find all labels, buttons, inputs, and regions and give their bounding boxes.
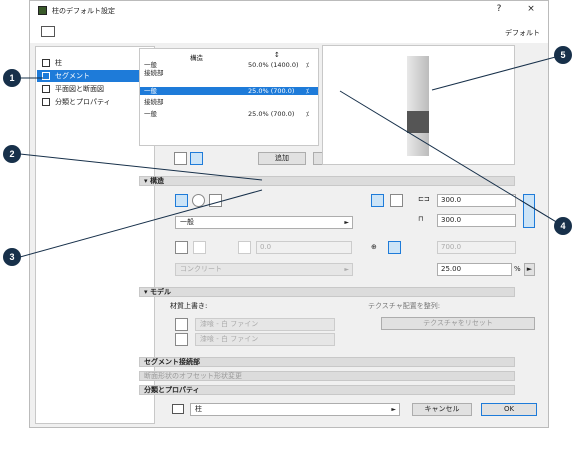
profile-dropdown[interactable]: 一般 ►	[175, 216, 353, 229]
model-section-header[interactable]: ▾ モデル	[139, 287, 515, 297]
dropdown-arrow-icon: ►	[391, 406, 396, 413]
title-bar: 柱のデフォルト設定 ? ×	[30, 1, 548, 21]
segment-value: 25.0% (700.0)	[248, 87, 295, 95]
edit-mark: ⁒	[306, 61, 309, 69]
sidebar-item-floorplan[interactable]: 平面図と断面図	[37, 83, 154, 95]
dropdown-arrow-icon: ►	[344, 219, 349, 226]
sidebar-item-classification[interactable]: 分類とプロパティ	[37, 96, 154, 108]
segment-value: 50.0% (1400.0)	[248, 61, 299, 69]
circle-shape-icon[interactable]	[192, 194, 205, 207]
segment-name: 一般	[144, 61, 157, 69]
column-preview	[407, 56, 429, 156]
link-dimensions-icon[interactable]	[523, 194, 535, 228]
multi-segment-icon[interactable]	[190, 152, 203, 165]
app-icon	[38, 6, 47, 15]
edit-mark: ⁒	[306, 110, 309, 118]
single-segment-icon[interactable]	[174, 152, 187, 165]
surface-dropdown-2: 漆喰 - 白 ファイン	[195, 333, 335, 346]
settings-sidebar: 柱 セグメント 平面図と断面図 分類とプロパティ	[35, 46, 155, 424]
veneer-icon	[193, 241, 206, 254]
joint-section-header[interactable]: セグメント接続部	[139, 357, 515, 367]
segment-icon	[42, 72, 50, 80]
surface-dropdown-1: 漆喰 - 白 ファイン	[195, 318, 335, 331]
favorites-icon[interactable]	[41, 26, 55, 37]
classification-section-header[interactable]: 分類とプロパティ	[139, 385, 515, 395]
default-label: デフォルト	[505, 29, 540, 37]
segment-row[interactable]: 一般 50.0% (1400.0) ⁒	[140, 61, 318, 69]
layer-icon	[172, 404, 184, 414]
sidebar-item-column[interactable]: 柱	[37, 57, 154, 69]
profile-shape-icon[interactable]	[209, 194, 222, 207]
reset-texture-button: テクスチャをリセット	[381, 317, 535, 330]
classification-icon	[42, 98, 50, 106]
percent-mode-icon[interactable]	[388, 241, 401, 254]
material-dropdown: コンクリート ►	[175, 263, 353, 276]
edit-mark: ⁒	[306, 87, 309, 95]
rectangle-shape-icon[interactable]	[175, 194, 188, 207]
joint-row[interactable]: 接続部	[140, 98, 318, 106]
layer-dropdown[interactable]: 柱 ►	[190, 403, 400, 416]
unit-menu-button[interactable]: ►	[524, 263, 535, 276]
core-thickness-field: 0.0	[256, 241, 352, 254]
segment-name: 一般	[144, 110, 157, 118]
joint-name: 接続部	[144, 69, 164, 77]
close-button[interactable]: ×	[524, 4, 538, 14]
depth-icon: ⊓	[418, 215, 424, 223]
callout-2: 2	[3, 145, 21, 163]
anchor-center-icon[interactable]	[371, 194, 384, 207]
joint-row[interactable]: 接続部	[140, 69, 318, 77]
callout-1: 1	[3, 69, 21, 87]
segment-row[interactable]: 一般 25.0% (700.0) ⁒	[140, 110, 318, 118]
height-icon: ⊕	[371, 243, 377, 251]
sidebar-item-segment[interactable]: セグメント	[37, 70, 154, 82]
column-icon	[42, 59, 50, 67]
callout-5: 5	[554, 46, 572, 64]
texture-align-label: テクスチャ配置を整列:	[368, 302, 441, 310]
floorplan-icon	[42, 85, 50, 93]
preview-panel	[322, 45, 515, 165]
segment-row-selected[interactable]: 一般 25.0% (700.0) ⁒	[140, 87, 318, 95]
joint-name: 接続部	[144, 98, 164, 106]
surface-icon-2[interactable]	[175, 333, 188, 346]
depth-field[interactable]: 300.0	[437, 214, 516, 227]
help-button[interactable]: ?	[492, 4, 506, 14]
width-icon: ⊏⊐	[418, 195, 430, 203]
window-title: 柱のデフォルト設定	[52, 7, 115, 15]
add-button[interactable]: 追加	[258, 152, 306, 165]
core-icon[interactable]	[175, 241, 188, 254]
surface-icon-1[interactable]	[175, 318, 188, 331]
length-field: 700.0	[437, 241, 516, 254]
ok-button[interactable]: OK	[481, 403, 537, 416]
structure-section-header[interactable]: ▾ 構造	[139, 176, 515, 186]
callout-3: 3	[3, 248, 21, 266]
percent-field[interactable]: 25.00	[437, 263, 512, 276]
cancel-button[interactable]: キャンセル	[412, 403, 472, 416]
override-label: 材質上書き:	[170, 302, 208, 310]
dropdown-arrow-icon: ►	[344, 266, 349, 273]
selected-segment-highlight	[407, 111, 429, 133]
segment-name: 一般	[144, 87, 157, 95]
offset-section-header: 断面形状のオフセット形状変更	[139, 371, 515, 381]
toolbar: デフォルト	[30, 21, 548, 43]
width-field[interactable]: 300.0	[437, 194, 516, 207]
segment-list[interactable]: 構造 ↕ 一般 50.0% (1400.0) ⁒ 接続部 一般 25.0% (700.…	[139, 48, 319, 146]
segment-value: 25.0% (700.0)	[248, 110, 295, 118]
percent-unit: %	[514, 265, 521, 273]
size-header-icon: ↕	[274, 51, 280, 59]
anchor-edge-icon[interactable]	[390, 194, 403, 207]
callout-4: 4	[554, 217, 572, 235]
finish-icon	[238, 241, 251, 254]
